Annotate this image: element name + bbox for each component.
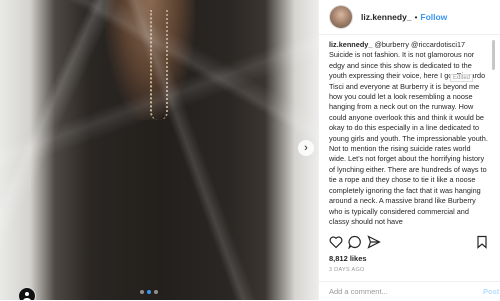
heart-icon[interactable] <box>329 235 343 249</box>
follow-button[interactable]: Follow <box>420 12 447 22</box>
caption-text: @burberry @riccardotisci17 Suicide is no… <box>329 40 488 226</box>
carousel-dot-active <box>147 290 151 294</box>
tagged-user-icon[interactable] <box>18 287 36 300</box>
comment-icon[interactable] <box>348 235 362 249</box>
header-separator: • <box>414 12 418 22</box>
caption-username[interactable]: liz.kennedy_ <box>329 40 372 49</box>
post-side-panel: liz.kennedy_ • Follow liz.kennedy_ @burb… <box>318 0 500 300</box>
chevron-right-icon: › <box>304 142 308 154</box>
post-comment-button[interactable]: Post <box>483 287 499 296</box>
caption-scrollbar[interactable] <box>492 40 495 70</box>
post-timestamp[interactable]: 3 DAYS AGO <box>329 267 365 273</box>
action-bar <box>329 235 489 249</box>
share-icon[interactable] <box>367 235 381 249</box>
likes-count[interactable]: 8,812 likes <box>329 254 367 263</box>
comment-input[interactable] <box>329 285 479 297</box>
bookmark-icon[interactable] <box>475 235 489 249</box>
avatar[interactable] <box>329 5 353 29</box>
post-header: liz.kennedy_ • Follow <box>319 0 500 35</box>
user-silhouette-icon <box>23 292 31 300</box>
post-image[interactable]: › <box>0 0 318 300</box>
carousel-dot <box>140 290 144 294</box>
comment-bar: Post <box>319 281 500 301</box>
caption: liz.kennedy_ @burberry @riccardotisci17 … <box>329 40 489 228</box>
carousel-next-button[interactable]: › <box>298 140 314 156</box>
post-username[interactable]: liz.kennedy_ <box>361 12 412 22</box>
image-plastic-wrap-overlay <box>0 0 318 300</box>
carousel-indicators <box>140 290 158 294</box>
instagram-post-view: › liz.kennedy_ • Follow liz.kennedy_ @bu… <box>0 0 500 300</box>
carousel-dot <box>154 290 158 294</box>
edited-tooltip: Edited <box>450 74 474 82</box>
